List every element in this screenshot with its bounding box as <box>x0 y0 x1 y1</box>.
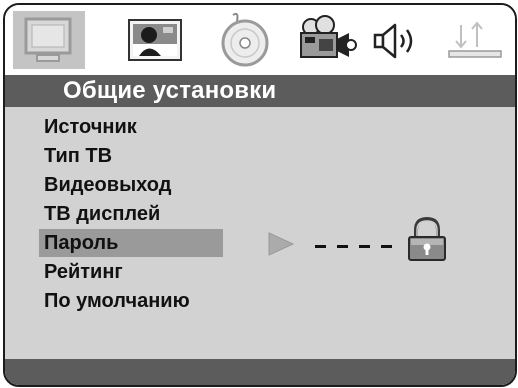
menu-item-label: ТВ дисплей <box>44 203 161 225</box>
menu-item-password[interactable]: Пароль <box>39 229 223 257</box>
setup-menu-screen: Общие установки Источник Тип ТВ Видеовых… <box>3 3 517 387</box>
menu-item-label: Рейтинг <box>44 261 123 283</box>
menu-item-rating[interactable]: Рейтинг <box>39 258 223 286</box>
portrait-icon <box>128 19 182 61</box>
exit-icon <box>448 21 502 58</box>
audio-tab[interactable] <box>363 11 435 69</box>
menu-item-tv-display[interactable]: ТВ дисплей <box>39 200 223 228</box>
monitor-icon <box>24 17 72 62</box>
menu-item-label: Пароль <box>44 232 119 254</box>
camera-icon <box>300 15 357 58</box>
password-placeholder[interactable] <box>315 245 399 248</box>
menu-item-tv-type[interactable]: Тип ТВ <box>39 142 223 170</box>
menu-item-label: По умолчанию <box>44 290 190 312</box>
menu-item-source[interactable]: Источник <box>39 113 223 141</box>
camera-tab[interactable] <box>289 11 361 69</box>
page-title: Общие установки <box>63 77 277 104</box>
disc-icon <box>221 12 269 67</box>
menu-item-label: Тип ТВ <box>44 145 113 167</box>
menu-item-label: Источник <box>44 116 137 138</box>
exit-tab[interactable] <box>441 11 513 69</box>
general-tab[interactable] <box>13 11 85 69</box>
disc-tab[interactable] <box>211 11 283 69</box>
menu-item-video-out[interactable]: Видеовыход <box>39 171 223 199</box>
category-icon-bar <box>5 5 515 75</box>
arrow-right-icon <box>267 231 295 262</box>
title-bar: Общие установки <box>5 75 515 107</box>
lock-icon <box>405 216 449 267</box>
menu-item-default[interactable]: По умолчанию <box>39 287 223 315</box>
picture-tab[interactable] <box>119 11 191 69</box>
footer-bar <box>5 359 515 385</box>
speaker-icon <box>373 23 413 59</box>
menu-item-label: Видеовыход <box>44 174 172 196</box>
